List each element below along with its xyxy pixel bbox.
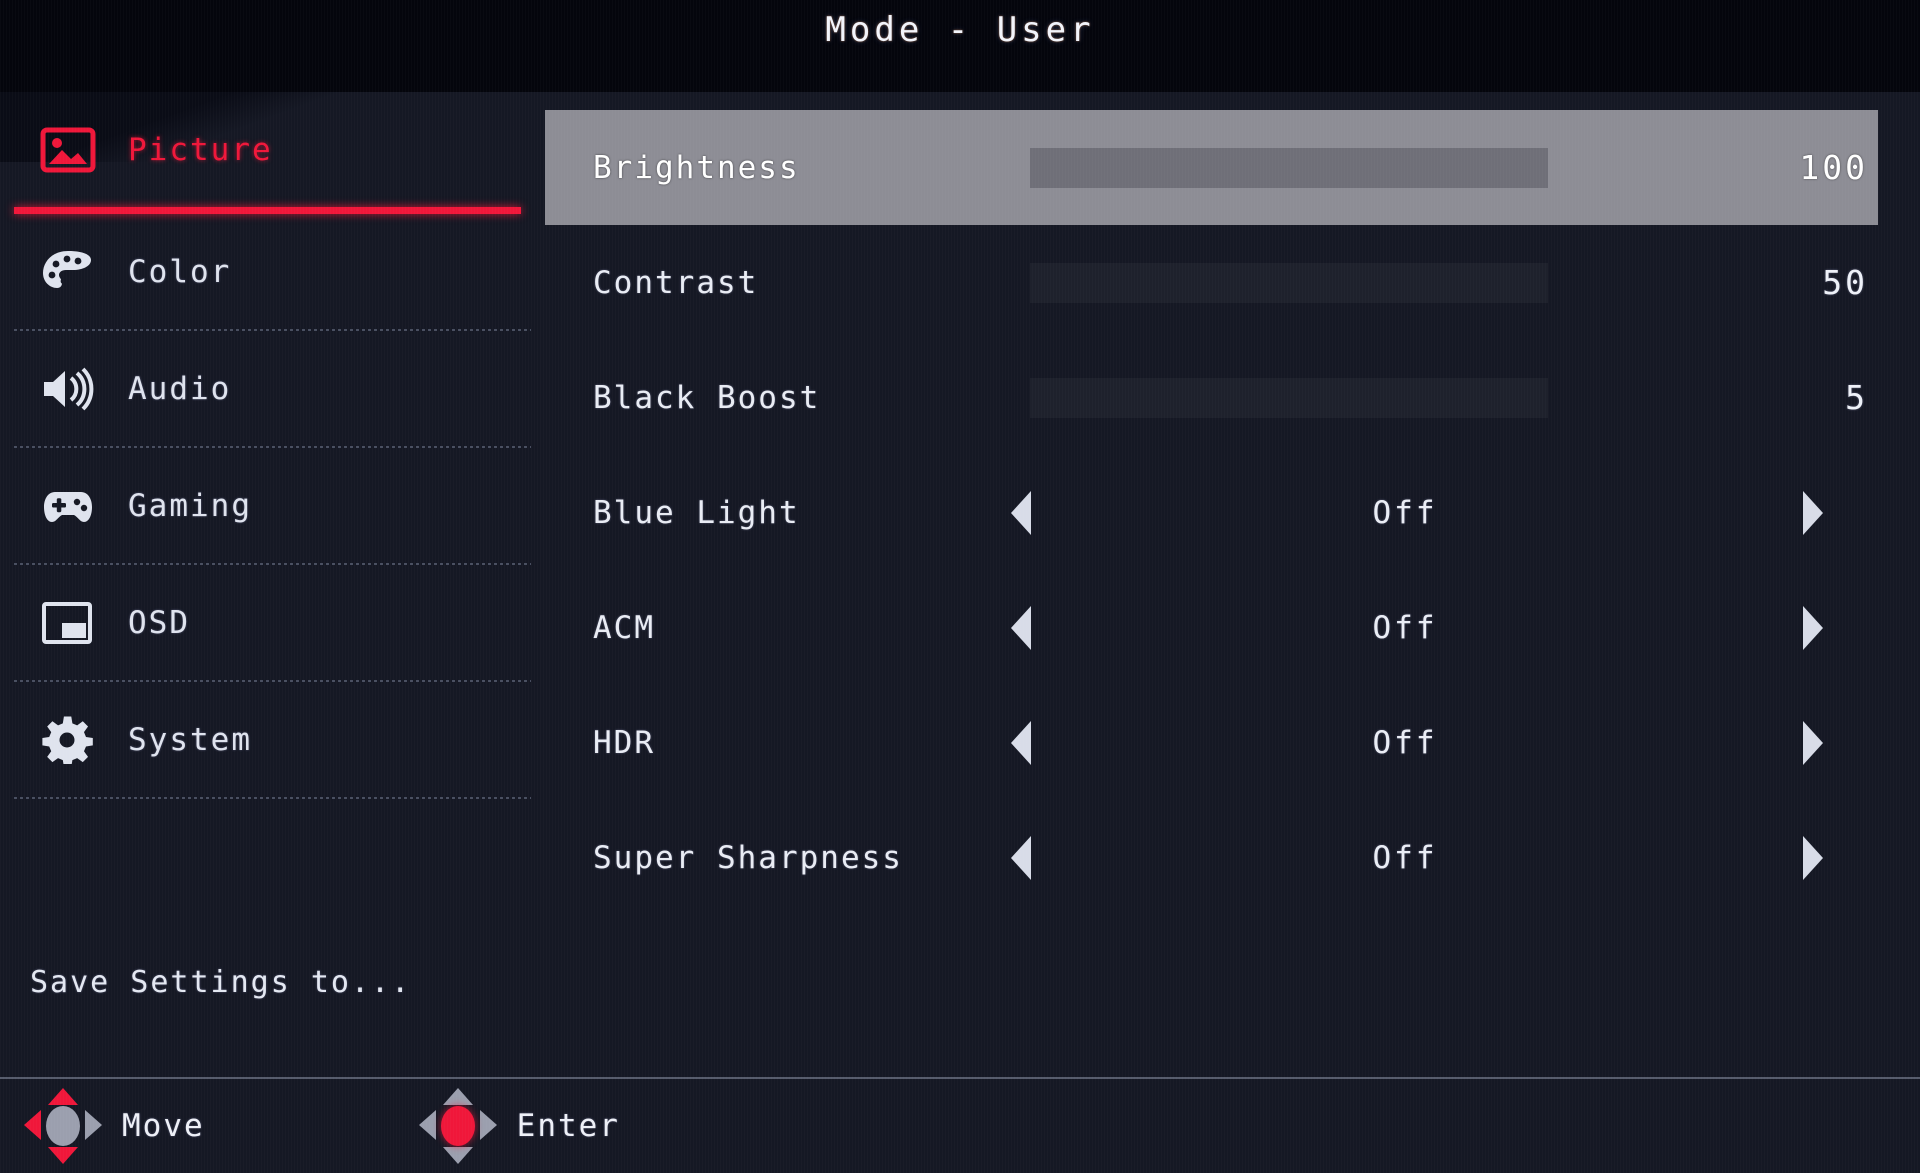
sidebar-active-underline xyxy=(14,207,521,214)
osd-title-bar: Mode - User xyxy=(0,0,1920,92)
chevron-left-icon[interactable] xyxy=(1011,720,1031,765)
dpad-move-icon xyxy=(22,1086,104,1166)
gear-icon xyxy=(40,713,102,767)
setting-label: Super Sharpness xyxy=(593,839,903,876)
sidebar-separator xyxy=(14,797,531,799)
contrast-slider-track[interactable] xyxy=(1030,262,1548,303)
palette-icon xyxy=(40,245,102,299)
hint-label: Enter xyxy=(516,1108,620,1144)
settings-list: Brightness 100 Contrast 50 Black Boost 5… xyxy=(545,110,1878,915)
setting-row-brightness[interactable]: Brightness 100 xyxy=(545,110,1878,225)
footer-hints: Move Enter xyxy=(0,1079,1920,1173)
sidebar-item-audio[interactable]: Audio xyxy=(0,331,545,446)
sidebar-item-label: System xyxy=(128,721,252,758)
chevron-left-icon[interactable] xyxy=(1011,490,1031,535)
osd-icon xyxy=(40,596,102,650)
chevron-left-icon[interactable] xyxy=(1011,835,1031,880)
page-title: Mode - User xyxy=(825,10,1095,50)
save-settings-button[interactable]: Save Settings to... xyxy=(30,965,411,1000)
chevron-right-icon[interactable] xyxy=(1803,605,1823,650)
sidebar-item-system[interactable]: System xyxy=(0,682,545,797)
setting-label: Blue Light xyxy=(593,494,800,531)
setting-row-contrast[interactable]: Contrast 50 xyxy=(545,225,1878,340)
black-boost-slider-track[interactable] xyxy=(1030,377,1548,418)
setting-value: Off xyxy=(1372,724,1438,761)
setting-value: Off xyxy=(1372,839,1438,876)
sidebar-item-picture[interactable]: Picture xyxy=(0,92,545,207)
dpad-down-arrow-icon xyxy=(48,1147,78,1164)
sidebar-item-label: Color xyxy=(128,253,232,290)
sidebar-item-label: Audio xyxy=(128,370,232,407)
chevron-left-icon[interactable] xyxy=(1011,605,1031,650)
sidebar-item-osd[interactable]: OSD xyxy=(0,565,545,680)
setting-label: Contrast xyxy=(593,264,759,301)
speaker-icon xyxy=(40,362,102,416)
setting-label: ACM xyxy=(593,609,655,646)
hint-enter[interactable]: Enter xyxy=(417,1086,620,1166)
setting-row-hdr[interactable]: HDR Off xyxy=(545,685,1878,800)
hint-label: Move xyxy=(122,1108,205,1144)
dpad-center-icon xyxy=(46,1106,80,1146)
setting-row-super-sharpness[interactable]: Super Sharpness Off xyxy=(545,800,1878,915)
setting-value: Off xyxy=(1372,609,1438,646)
brightness-slider-track[interactable] xyxy=(1030,147,1548,188)
sidebar: Picture Color Audio Gaming OSD System xyxy=(0,92,545,1080)
sidebar-item-label: OSD xyxy=(128,604,190,641)
dpad-up-arrow-icon xyxy=(48,1088,78,1105)
setting-value: 5 xyxy=(1845,378,1868,417)
setting-row-acm[interactable]: ACM Off xyxy=(545,570,1878,685)
setting-label: Black Boost xyxy=(593,379,821,416)
sidebar-item-label: Gaming xyxy=(128,487,252,524)
dpad-right-arrow-icon xyxy=(479,1110,497,1140)
picture-icon xyxy=(40,123,102,177)
dpad-down-arrow-icon xyxy=(442,1147,473,1164)
sidebar-item-color[interactable]: Color xyxy=(0,214,545,329)
sidebar-item-label: Picture xyxy=(128,131,273,168)
setting-row-blue-light[interactable]: Blue Light Off xyxy=(545,455,1878,570)
dpad-left-arrow-icon xyxy=(418,1110,436,1140)
dpad-up-arrow-icon xyxy=(442,1088,473,1105)
dpad-right-arrow-icon xyxy=(85,1110,102,1140)
dpad-enter-icon xyxy=(417,1086,499,1166)
gamepad-icon xyxy=(40,479,102,533)
chevron-right-icon[interactable] xyxy=(1803,720,1823,765)
setting-value: 50 xyxy=(1822,263,1868,302)
chevron-right-icon[interactable] xyxy=(1803,835,1823,880)
setting-label: HDR xyxy=(593,724,655,761)
setting-value: 100 xyxy=(1799,148,1868,187)
hint-move[interactable]: Move xyxy=(22,1086,205,1166)
setting-value: Off xyxy=(1372,494,1438,531)
setting-label: Brightness xyxy=(593,149,800,186)
dpad-left-arrow-icon xyxy=(24,1110,41,1140)
chevron-right-icon[interactable] xyxy=(1803,490,1823,535)
dpad-center-icon xyxy=(440,1106,475,1146)
sidebar-item-gaming[interactable]: Gaming xyxy=(0,448,545,563)
setting-row-black-boost[interactable]: Black Boost 5 xyxy=(545,340,1878,455)
